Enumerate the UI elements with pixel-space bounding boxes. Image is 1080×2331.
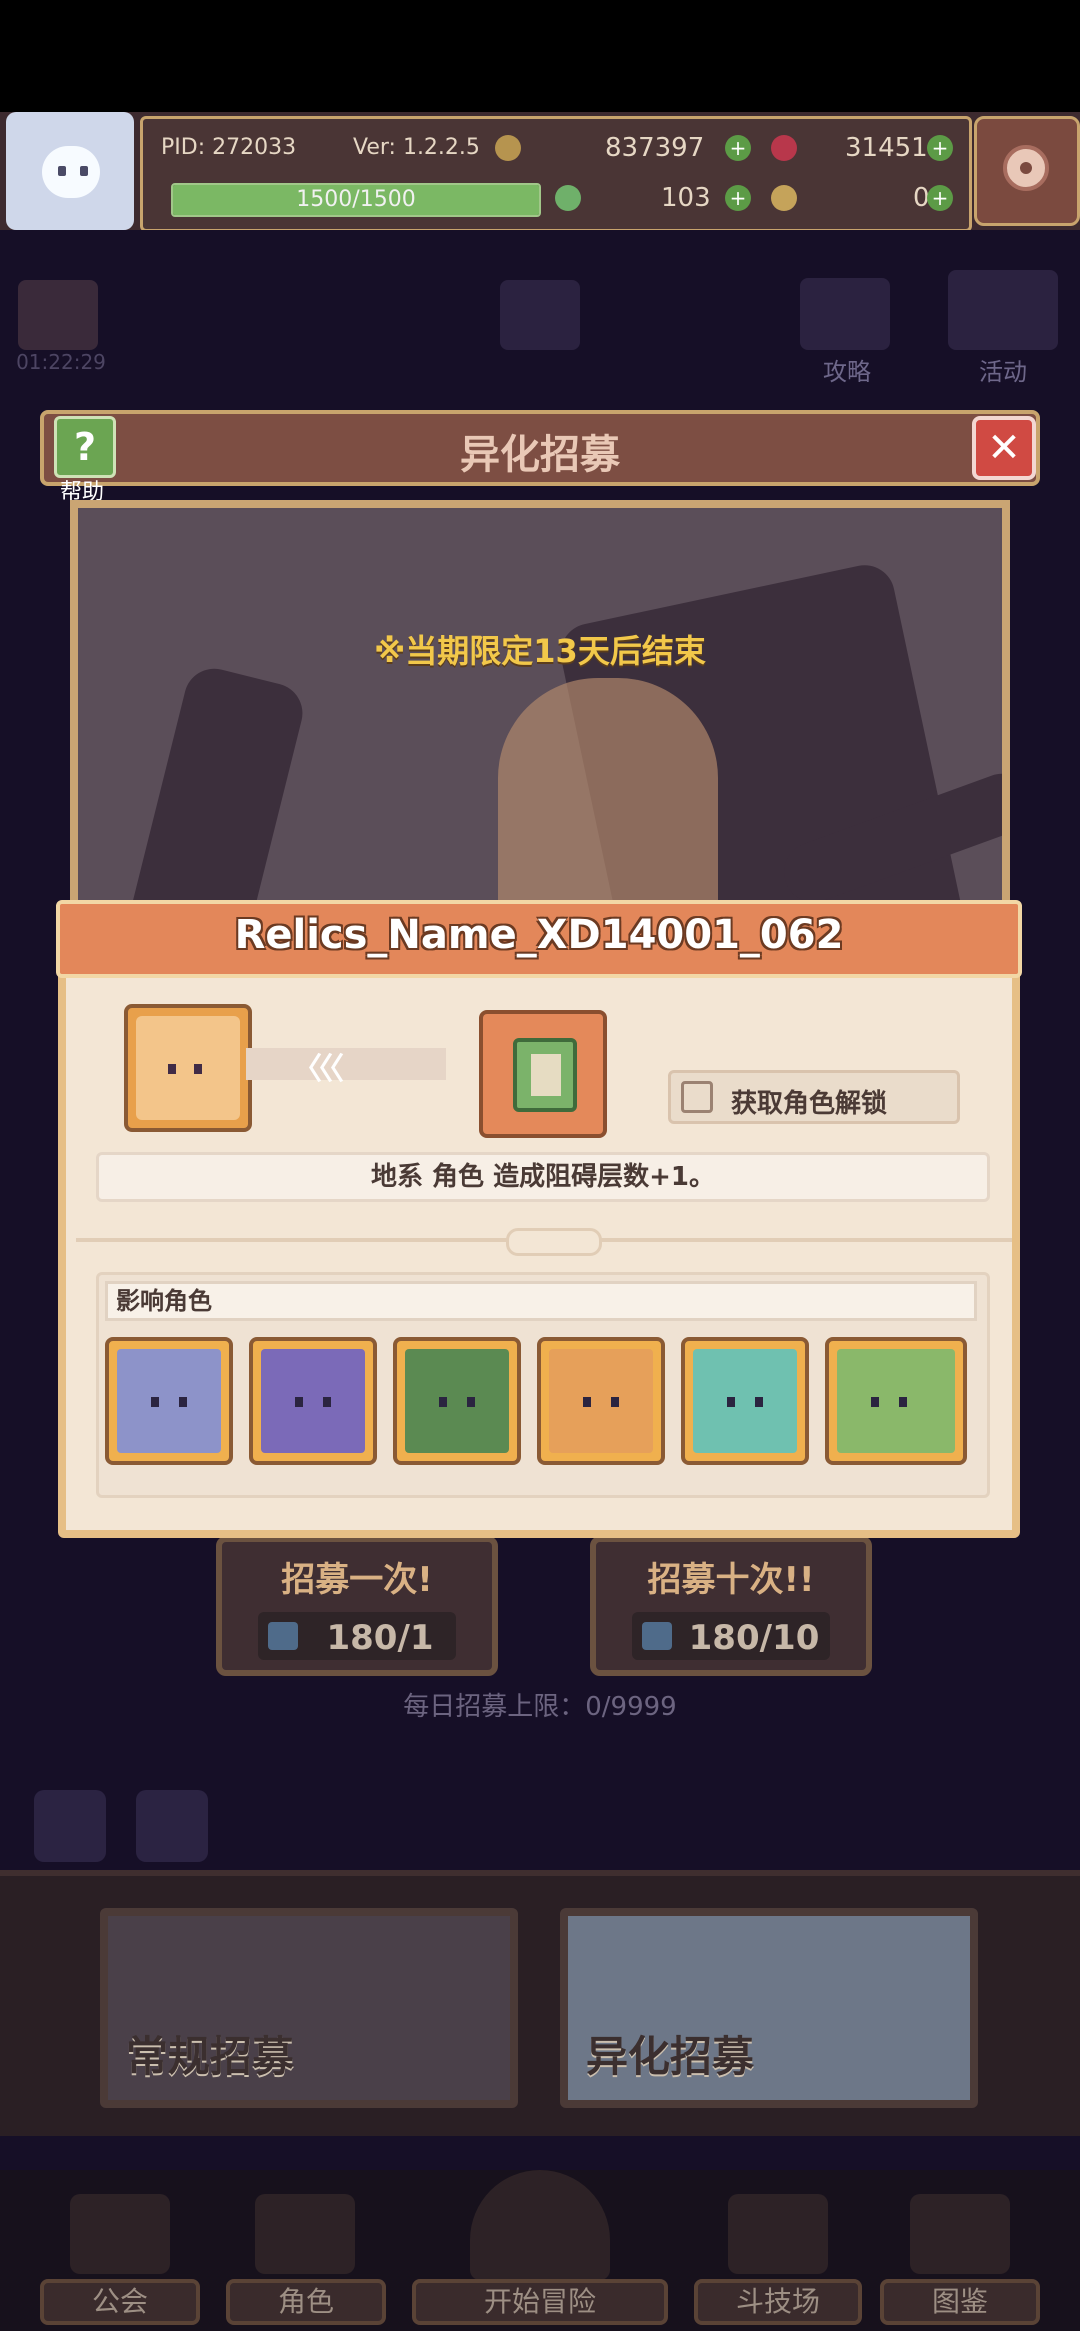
recruit-ten-label: 招募十次!! [647,1560,815,1600]
clover-value: 103 [661,183,711,213]
heart-icon [642,1622,672,1650]
recruit-once-cost: 180/1 [326,1618,434,1658]
key-icon [771,185,797,211]
add-gold-icon[interactable]: + [725,135,751,161]
resource-panel: PID: 272033 Ver: 1.2.2.5 837397 + 31451 … [140,116,972,232]
arrow-track: 〈〈〈 [246,1048,446,1087]
nav-role[interactable]: 角色 [226,2279,386,2325]
question-icon: ? [54,416,116,478]
codex-icon [910,2194,1010,2274]
unlock-hero-button[interactable]: 获取角色解锁 [668,1070,960,1124]
gear-icon [1003,145,1049,191]
relic-card: Relics_Name_XD14001_062 〈〈〈 获取角色解锁 地系 角色… [56,900,1022,1538]
hero-portrait[interactable] [393,1337,521,1465]
add-gem-icon[interactable]: + [927,135,953,161]
add-clover-icon[interactable]: + [725,185,751,211]
recruit-once-button[interactable]: 招募一次! 180/1 [216,1536,498,1676]
lock-icon [681,1081,713,1113]
guide-label: 攻略 [823,358,871,386]
role-icon [255,2194,355,2274]
nav-start-adventure[interactable]: 开始冒险 [412,2279,668,2325]
divider-ornament [506,1228,602,1256]
unlock-label: 获取角色解锁 [731,1089,888,1119]
recruit-ten-button[interactable]: 招募十次!! 180/10 [590,1536,872,1676]
recruit-once-label: 招募一次! [281,1560,433,1600]
relic-effect: 地系 角色 造成阻碍层数+1。 [96,1152,990,1202]
clover-icon [555,185,581,211]
book-icon [513,1038,577,1112]
background-icon[interactable] [34,1790,106,1862]
gem-value: 31451 [845,133,928,163]
help-button[interactable]: ? 帮助 [44,414,120,505]
settings-button[interactable] [974,116,1080,226]
affected-heroes-panel: 影响角色 [96,1272,990,1498]
center-menu-icon[interactable] [500,280,580,350]
gift-icon[interactable] [18,280,98,350]
status-bar [0,0,1080,112]
tab-alien-label: 异化招募 [586,2032,755,2081]
nav-codex[interactable]: 图鉴 [880,2279,1040,2325]
hero-portrait[interactable] [249,1337,377,1465]
hero-portrait[interactable] [825,1337,967,1465]
stamina-bar: 1500/1500 [171,183,541,217]
relic-card-header: Relics_Name_XD14001_062 [56,900,1022,978]
tab-normal-label: 常规招募 [126,2032,295,2081]
close-button[interactable]: ✕ [972,416,1036,480]
hero-portrait[interactable] [537,1337,665,1465]
guild-icon [70,2194,170,2274]
background-icon[interactable] [136,1790,208,1862]
arrow-left-icon: 〈〈〈 [292,1052,344,1087]
guide-icon[interactable] [800,278,890,350]
event-label: 活动 [979,358,1027,386]
balloon-icon[interactable] [948,270,1058,350]
swords-icon [728,2194,828,2274]
relic-name: Relics_Name_XD14001_062 [234,912,844,958]
affected-heroes-label: 影响角色 [105,1281,977,1321]
gold-value: 837397 [605,133,705,163]
recruit-ten-cost: 180/10 [688,1618,820,1658]
add-key-icon[interactable]: + [927,185,953,211]
gem-icon [771,135,797,161]
hero-portrait[interactable] [105,1337,233,1465]
recruit-tabs: 常规招募 异化招募 [0,1870,1080,2136]
hero-portrait[interactable] [681,1337,809,1465]
daily-limit: 每日招募上限：0/9999 [403,1692,677,1722]
pid-label: PID: 272033 [161,135,297,160]
tab-normal-recruit[interactable]: 常规招募 [100,1908,518,2108]
dialog-header: 异化招募 [40,410,1040,486]
relic-item[interactable] [479,1010,607,1138]
magnifier-icon [470,2170,610,2280]
dialog-title: 异化招募 [460,432,620,478]
event-timer: 01:22:29 [16,350,106,374]
source-hero-portrait[interactable] [124,1004,252,1132]
tab-alien-recruit[interactable]: 异化招募 [560,1908,978,2108]
version-label: Ver: 1.2.2.5 [353,135,480,160]
nav-guild[interactable]: 公会 [40,2279,200,2325]
heart-icon [268,1622,298,1650]
bottom-nav: 公会 角色 开始冒险 斗技场 图鉴 [0,2170,1080,2331]
player-avatar[interactable] [6,112,134,230]
gold-coin-icon [495,135,521,161]
limited-time-notice: ※当期限定13天后结束 [374,632,706,670]
nav-arena[interactable]: 斗技场 [694,2279,862,2325]
stamina-value: 1500/1500 [296,187,416,212]
